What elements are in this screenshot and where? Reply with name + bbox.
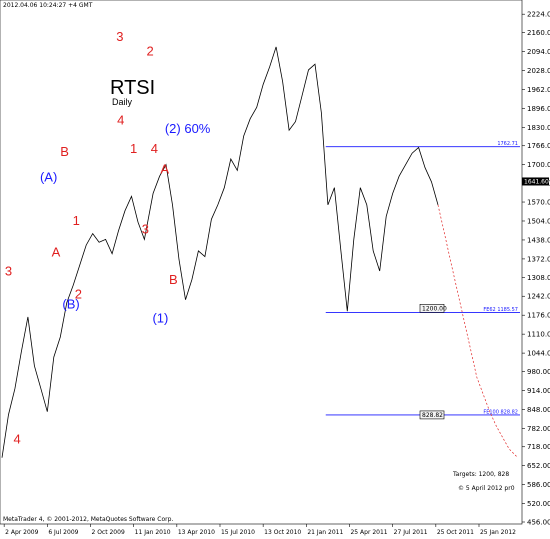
wave-label: (A) xyxy=(40,169,57,184)
x-tick-label: 2 Apr 2009 xyxy=(5,529,38,536)
y-tick-label: 456.00 xyxy=(527,519,550,527)
y-tick-label: 2028.00 xyxy=(527,67,550,75)
wave-label: A xyxy=(52,245,61,260)
y-tick-label: 520.00 xyxy=(527,500,550,508)
wave-label: B xyxy=(60,144,69,159)
y-tick-label: 1308.00 xyxy=(527,274,550,282)
price-chart: 2012.04.06 10:24:27 +4 GMT RTSI Daily 22… xyxy=(0,0,550,536)
price-box-label: 828.82 xyxy=(422,412,443,419)
y-axis-ticks: 2224.00 2160.00 2094.00 2028.00 1962.00 1896.… xyxy=(522,11,550,527)
x-tick-label: 11 Jan 2010 xyxy=(135,529,171,536)
wave-label: B xyxy=(169,272,178,287)
y-tick-label: 2160.00 xyxy=(527,29,550,37)
chart-title: RTSI xyxy=(110,77,155,99)
price-box: 828.82 xyxy=(419,410,445,420)
wave-label: 3 xyxy=(5,263,12,278)
wave-label: (1) xyxy=(152,311,168,326)
x-tick-label: 13 Oct 2010 xyxy=(264,529,301,536)
wave-label: 4 xyxy=(151,141,158,156)
wave-label: (2) 60% xyxy=(165,121,211,136)
level-label: 1762.71 xyxy=(497,141,518,147)
current-price-marker: 1641.60 xyxy=(522,177,549,186)
y-tick-label: 1372.00 xyxy=(527,255,550,263)
wave-label: 1 xyxy=(73,213,80,228)
x-tick-label: 25 Jan 2012 xyxy=(480,529,516,536)
y-tick-label: 782.00 xyxy=(527,425,550,433)
y-tick-label: 1044.00 xyxy=(527,350,550,358)
current-price-label: 1641.60 xyxy=(524,178,549,185)
wave-label: A xyxy=(160,161,169,176)
y-tick-label: 1830.00 xyxy=(527,124,550,132)
level-label: FE62 1185.57 xyxy=(483,307,518,313)
targets-note: Targets: 1200, 828 xyxy=(452,471,509,478)
price-box: 1200.00 xyxy=(419,304,447,313)
y-tick-label: 1110.00 xyxy=(527,331,550,339)
y-tick-label: 2224.00 xyxy=(527,11,550,19)
x-tick-label: 27 Jul 2011 xyxy=(394,529,428,536)
y-tick-label: 718.00 xyxy=(527,443,550,451)
y-tick-label: 1962.00 xyxy=(527,86,550,94)
wave-label: 3 xyxy=(142,222,149,237)
y-tick-label: 848.00 xyxy=(527,406,550,414)
chart-subtitle: Daily xyxy=(112,97,133,107)
x-tick-label: 13 Apr 2010 xyxy=(178,529,215,536)
y-tick-label: 1242.00 xyxy=(527,293,550,301)
wave-label: 3 xyxy=(116,29,123,44)
credit-note: © 5 April 2012 pr0 xyxy=(458,485,515,492)
x-tick-label: 25 Apr 2011 xyxy=(350,529,387,536)
wave-label: 1 xyxy=(130,141,137,156)
plot-area xyxy=(0,0,523,525)
y-tick-label: 1896.00 xyxy=(527,105,550,113)
y-tick-label: 586.00 xyxy=(527,481,550,489)
wave-label: 4 xyxy=(117,112,124,127)
y-tick-label: 1176.00 xyxy=(527,312,550,320)
x-axis-ticks: 2 Apr 2009 6 Jul 2009 2 Oct 2009 11 Jan 201… xyxy=(3,524,516,536)
wave-label: 4 xyxy=(13,431,20,446)
y-tick-label: 1438.00 xyxy=(527,236,550,244)
y-tick-label: 980.00 xyxy=(527,368,550,376)
y-tick-label: 652.00 xyxy=(527,462,550,470)
y-tick-label: 1766.00 xyxy=(527,142,550,150)
x-tick-label: 21 Jan 2011 xyxy=(307,529,343,536)
chart-timestamp: 2012.04.06 10:24:27 +4 GMT xyxy=(3,2,93,9)
x-tick-label: 15 Jul 2010 xyxy=(221,529,255,536)
y-tick-label: 1504.00 xyxy=(527,217,550,225)
x-tick-label: 25 Oct 2011 xyxy=(437,529,474,536)
copyright-note: MetaTrader 4, © 2001-2012, MetaQuotes So… xyxy=(3,516,173,523)
y-tick-label: 914.00 xyxy=(527,387,550,395)
wave-label: 2 xyxy=(146,44,153,59)
y-tick-label: 2094.00 xyxy=(527,48,550,56)
x-tick-label: 6 Jul 2009 xyxy=(48,529,78,536)
price-box-label: 1200.00 xyxy=(422,305,447,312)
y-tick-label: 1700.00 xyxy=(527,161,550,169)
level-label: FE100 828.82 xyxy=(483,409,518,415)
x-tick-label: 2 Oct 2009 xyxy=(91,529,124,536)
wave-label: 2 xyxy=(75,286,82,301)
y-tick-label: 1570.00 xyxy=(527,199,550,207)
